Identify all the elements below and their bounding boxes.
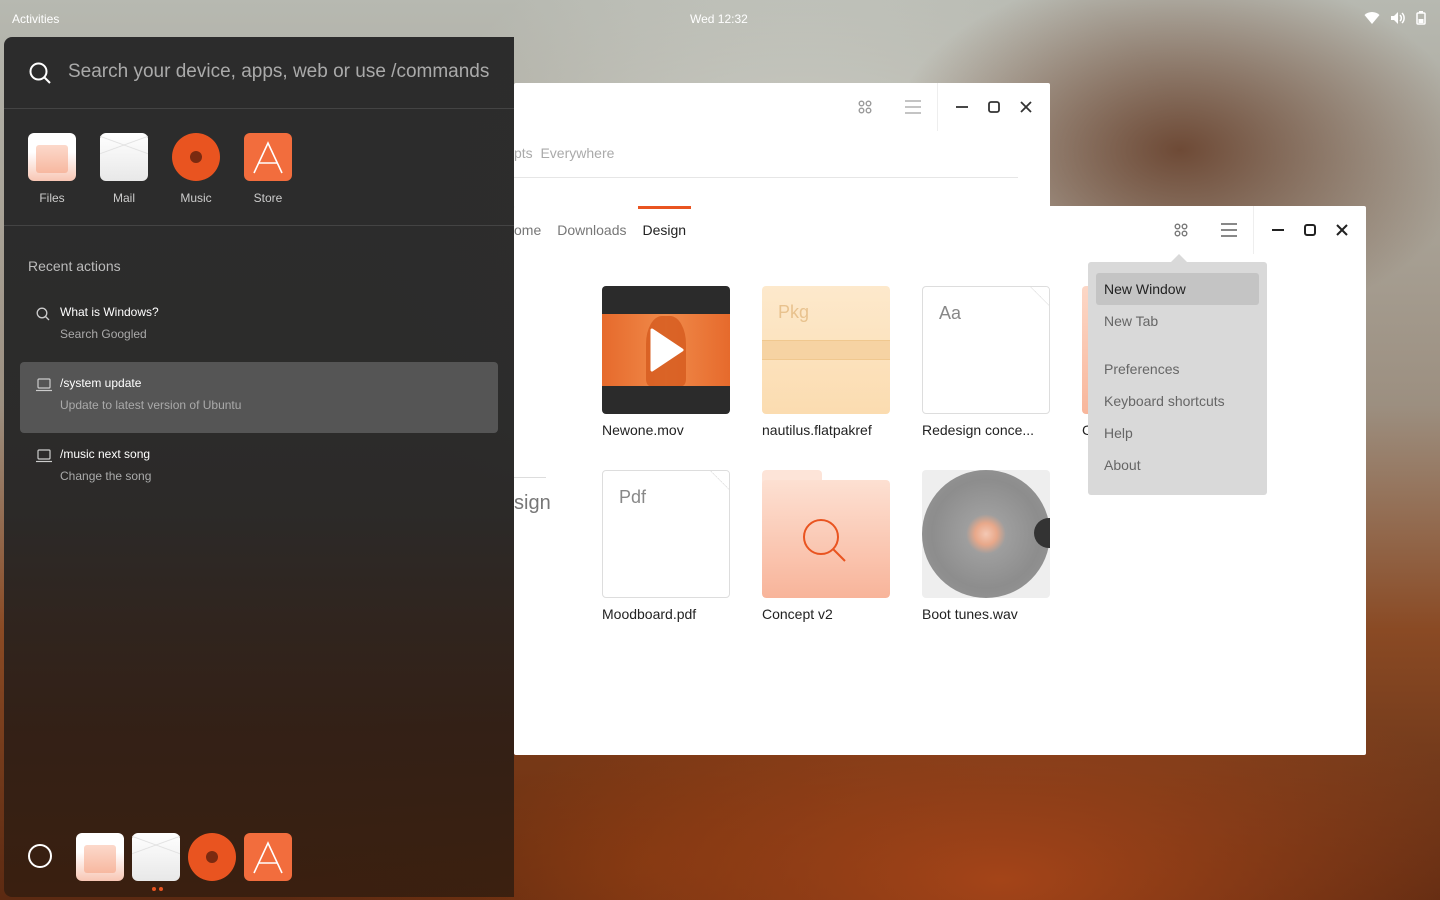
system-tray[interactable] xyxy=(1364,11,1426,25)
action-title: /system update xyxy=(60,376,142,390)
mail-icon[interactable] xyxy=(132,833,180,881)
hamburger-menu-icon[interactable] xyxy=(1213,206,1245,254)
running-indicator xyxy=(152,887,163,891)
back-window[interactable]: pts Everywhere xyxy=(514,83,1050,208)
menu-item-about[interactable]: About xyxy=(1096,449,1259,481)
app-mail[interactable]: Mail xyxy=(100,133,148,205)
location-tabs: ome Downloads Design xyxy=(514,206,697,254)
menu-item-preferences[interactable]: Preferences xyxy=(1096,353,1259,385)
file-name: Redesign conce... xyxy=(922,422,1035,438)
wifi-icon xyxy=(1364,12,1380,24)
video-thumbnail xyxy=(602,286,730,414)
tab-downloads[interactable]: Downloads xyxy=(552,206,631,254)
divider xyxy=(4,225,514,226)
laptop-icon xyxy=(36,449,52,463)
package-label: Pkg xyxy=(778,302,810,322)
font-file-icon: Aa xyxy=(922,286,1050,414)
grid-view-icon[interactable] xyxy=(1165,206,1197,254)
menu-item-new-window[interactable]: New Window xyxy=(1096,273,1259,305)
app-label: Music xyxy=(180,191,212,205)
app-files[interactable]: Files xyxy=(28,133,76,205)
package-icon: Pkg xyxy=(762,286,890,414)
action-subtitle: Update to latest version of Ubuntu xyxy=(60,398,242,412)
action-subtitle: Search Googled xyxy=(60,327,147,341)
file-item[interactable]: Boot tunes.wav xyxy=(922,470,1050,622)
close-icon[interactable] xyxy=(1010,91,1042,123)
hamburger-menu-icon[interactable] xyxy=(897,83,929,131)
back-window-tabs: pts Everywhere xyxy=(514,145,614,161)
tab-design[interactable]: Design xyxy=(637,206,692,254)
mail-icon xyxy=(100,133,148,181)
file-name: Boot tunes.wav xyxy=(922,606,1018,622)
dock xyxy=(4,817,514,897)
sidebar-divider xyxy=(514,477,546,478)
action-title: What is Windows? xyxy=(60,305,159,319)
grid-view-icon[interactable] xyxy=(849,83,881,131)
app-music[interactable]: Music xyxy=(172,133,220,205)
app-menu: New Window New Tab Preferences Keyboard … xyxy=(1088,254,1267,495)
recent-action-item[interactable]: What is Windows? Search Googled xyxy=(20,291,498,362)
search-icon xyxy=(29,62,51,84)
search-icon xyxy=(36,307,50,321)
file-item[interactable]: Concept v2 xyxy=(762,470,890,622)
file-item[interactable]: Pkg nautilus.flatpakref xyxy=(762,286,890,438)
file-name: Newone.mov xyxy=(602,422,684,438)
sidebar-item-design[interactable]: sign xyxy=(514,492,551,515)
music-icon[interactable] xyxy=(188,833,236,881)
launcher-search[interactable]: Search your device, apps, web or use /co… xyxy=(4,37,514,109)
minimize-icon[interactable] xyxy=(946,91,978,123)
maximize-icon[interactable] xyxy=(978,91,1010,123)
action-title: /music next song xyxy=(60,447,151,461)
folder-icon xyxy=(762,470,890,598)
activities-button[interactable]: Activities xyxy=(12,12,59,26)
menu-item-keyboard-shortcuts[interactable]: Keyboard shortcuts xyxy=(1096,385,1259,417)
recent-action-item[interactable]: /system update Update to latest version … xyxy=(20,362,498,433)
file-name: Moodboard.pdf xyxy=(602,606,697,622)
file-name: Concept v2 xyxy=(762,606,833,622)
pdf-label: Pdf xyxy=(619,487,647,507)
file-item[interactable]: Aa Redesign conce... xyxy=(922,286,1050,438)
maximize-icon[interactable] xyxy=(1294,214,1326,246)
recent-actions-heading: Recent actions xyxy=(28,258,121,274)
laptop-icon xyxy=(36,378,52,392)
search-input[interactable]: Search your device, apps, web or use /co… xyxy=(68,61,514,83)
minimize-icon[interactable] xyxy=(1262,214,1294,246)
app-label: Mail xyxy=(112,191,135,205)
tab-home[interactable]: ome xyxy=(514,206,546,254)
tab-everywhere[interactable]: Everywhere xyxy=(540,145,614,161)
top-bar: Activities Wed 12:32 xyxy=(0,0,1440,38)
app-label: Store xyxy=(253,191,283,205)
menu-item-new-tab[interactable]: New Tab xyxy=(1096,305,1259,337)
divider xyxy=(514,177,1018,178)
files-icon xyxy=(28,133,76,181)
audio-thumbnail xyxy=(922,470,1050,598)
action-subtitle: Change the song xyxy=(60,469,152,483)
launcher-panel: Search your device, apps, web or use /co… xyxy=(4,37,514,897)
play-icon xyxy=(650,328,684,372)
store-icon[interactable] xyxy=(244,833,292,881)
store-icon xyxy=(244,133,292,181)
header-separator xyxy=(1253,206,1254,254)
font-label: Aa xyxy=(939,303,962,323)
battery-icon xyxy=(1416,11,1426,25)
tab-partial[interactable]: pts xyxy=(514,145,533,161)
clock[interactable]: Wed 12:32 xyxy=(690,12,748,26)
file-item[interactable]: Pdf Moodboard.pdf xyxy=(602,470,730,622)
file-item[interactable]: Newone.mov xyxy=(602,286,730,438)
pdf-file-icon: Pdf xyxy=(602,470,730,598)
app-label: Files xyxy=(39,191,65,205)
header-separator xyxy=(937,83,938,131)
app-store[interactable]: Store xyxy=(244,133,292,205)
menu-item-help[interactable]: Help xyxy=(1096,417,1259,449)
search-icon xyxy=(803,519,846,562)
close-icon[interactable] xyxy=(1326,214,1358,246)
show-apps-icon[interactable] xyxy=(28,844,52,868)
files-icon[interactable] xyxy=(76,833,124,881)
app-grid: Files Mail Music Store xyxy=(28,133,292,205)
recent-action-item[interactable]: /music next song Change the song xyxy=(20,433,498,504)
music-icon xyxy=(172,133,220,181)
volume-icon xyxy=(1391,12,1405,24)
file-name: nautilus.flatpakref xyxy=(762,422,872,438)
